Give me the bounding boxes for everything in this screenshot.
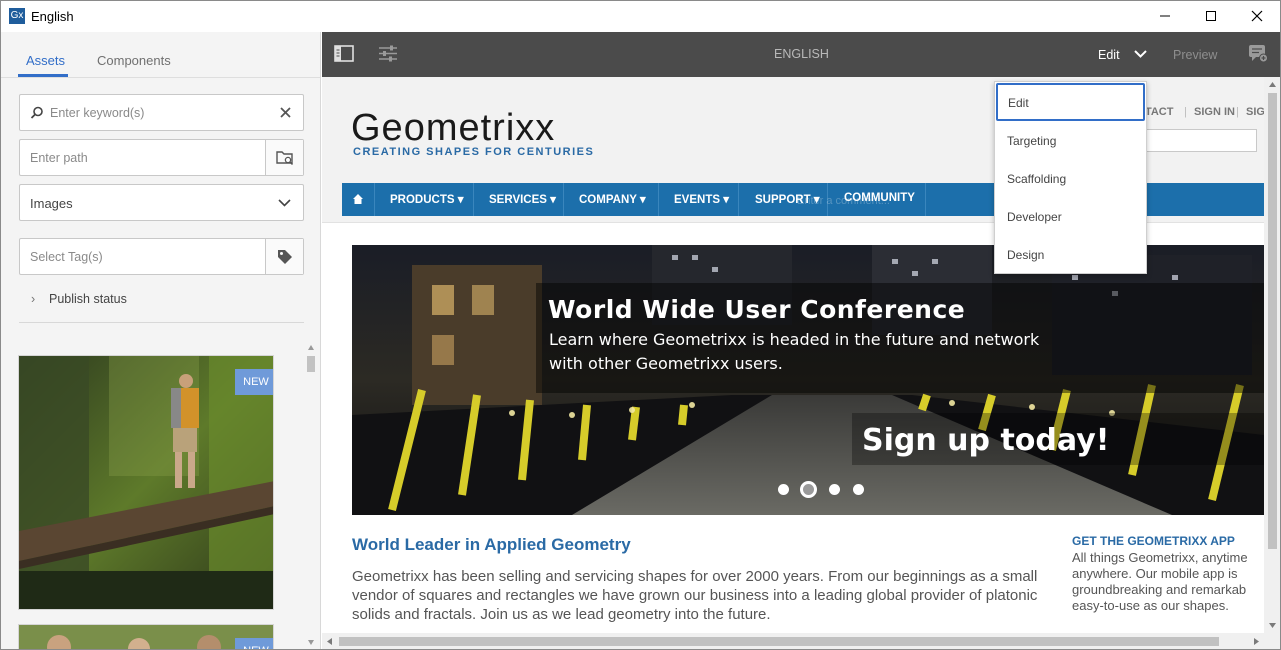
- sign-up-link[interactable]: SIG: [1246, 106, 1264, 118]
- tag-picker-button[interactable]: [265, 239, 303, 274]
- site-tagline: CREATING SHAPES FOR CENTURIES: [353, 146, 595, 158]
- tag-icon: [278, 250, 292, 264]
- page-vertical-scrollbar[interactable]: [1264, 77, 1280, 633]
- section-body: Geometrixx has been selling and servicin…: [352, 568, 1038, 623]
- publish-status-label: Publish status: [49, 292, 127, 306]
- window-title: English: [31, 9, 74, 24]
- mode-menu-item-edit[interactable]: Edit: [996, 83, 1145, 121]
- app-promo-line: easy-to-use as our shapes.: [1072, 598, 1229, 613]
- carousel-dot[interactable]: [829, 484, 840, 495]
- side-panel: Assets Components Enter keyword(s) Enter…: [1, 32, 321, 649]
- mode-menu-item-design[interactable]: Design: [995, 235, 1146, 273]
- app-promo-text: All things Geometrixx, anytime anywhere.…: [1072, 550, 1264, 614]
- tab-components[interactable]: Components: [97, 53, 171, 68]
- carousel-dot-active[interactable]: [800, 481, 817, 498]
- section-heading: World Leader in Applied Geometry: [352, 535, 631, 554]
- page-horizontal-scrollbar[interactable]: [322, 633, 1264, 649]
- tag-input[interactable]: Select Tag(s): [30, 250, 103, 264]
- hero-subtitle: Learn where Geometrixx is headed in the …: [549, 330, 1040, 373]
- app-promo-title[interactable]: GET THE GEOMETRIXX APP: [1072, 534, 1235, 548]
- asset-card[interactable]: NEW: [18, 355, 274, 610]
- asset-type-value: Images: [30, 196, 73, 211]
- nav-services[interactable]: SERVICES ▾: [489, 192, 556, 206]
- app-logo-icon: Gx: [9, 8, 25, 24]
- new-badge: NEW: [235, 638, 273, 649]
- home-icon[interactable]: [352, 193, 364, 205]
- hero-carousel[interactable]: World Wide User Conference Learn where G…: [352, 245, 1264, 515]
- clear-icon[interactable]: [280, 107, 291, 118]
- site-logo[interactable]: Geometrixx: [351, 107, 555, 150]
- mode-selector-button[interactable]: Edit: [1098, 48, 1147, 62]
- annotations-icon[interactable]: [1248, 44, 1268, 63]
- sign-in-link[interactable]: SIGN IN: [1194, 106, 1235, 118]
- path-field[interactable]: Enter path: [19, 139, 304, 176]
- asset-card[interactable]: NEW: [18, 624, 274, 649]
- keyword-search-field[interactable]: Enter keyword(s): [19, 94, 304, 131]
- mode-menu: Edit Targeting Scaffolding Developer Des…: [994, 81, 1147, 274]
- nav-company[interactable]: COMPANY ▾: [579, 192, 646, 206]
- panel-tabs: Assets Components: [1, 32, 320, 78]
- close-button[interactable]: [1234, 1, 1280, 32]
- mode-label: Edit: [1098, 48, 1120, 62]
- nav-products[interactable]: PRODUCTS ▾: [390, 192, 464, 206]
- panel-divider: [19, 322, 304, 323]
- app-promo-line: All things Geometrixx, anytime: [1072, 550, 1248, 565]
- preview-button[interactable]: Preview: [1173, 48, 1217, 62]
- mode-menu-item-scaffolding[interactable]: Scaffolding: [995, 159, 1146, 197]
- chevron-down-icon: [1134, 50, 1147, 58]
- nav-events-label: EVENTS: [674, 194, 721, 206]
- publish-status-toggle[interactable]: › Publish status: [31, 292, 127, 306]
- editor-toolbar: ENGLISH Edit Preview: [322, 32, 1280, 77]
- application-window: Gx English Assets Components Enter keywo…: [0, 0, 1281, 650]
- nav-overlap-text: Enter a comment...: [797, 195, 890, 207]
- tab-assets[interactable]: Assets: [26, 53, 65, 68]
- minimize-icon: [1160, 15, 1170, 17]
- path-input[interactable]: Enter path: [30, 151, 88, 165]
- carousel-dot[interactable]: [778, 484, 789, 495]
- app-promo-line: anywhere. Our mobile app is: [1072, 566, 1238, 581]
- nav-company-label: COMPANY: [579, 194, 637, 206]
- site-search-input[interactable]: [1144, 129, 1257, 152]
- folder-search-icon: [276, 151, 294, 166]
- search-icon: [30, 106, 43, 119]
- scrollbar-corner: [1264, 633, 1280, 649]
- title-bar: Gx English: [1, 1, 1280, 32]
- link-separator: |: [1184, 106, 1187, 118]
- path-browse-button[interactable]: [265, 140, 303, 175]
- app-promo-line: groundbreaking and remarkab: [1072, 582, 1247, 597]
- chevron-down-icon: [278, 199, 291, 207]
- keyword-search-input[interactable]: Enter keyword(s): [50, 106, 144, 120]
- nav-products-label: PRODUCTS: [390, 194, 455, 206]
- panel-scrollbar[interactable]: [305, 342, 317, 649]
- nav-services-label: SERVICES: [489, 194, 547, 206]
- hero-title: World Wide User Conference: [548, 295, 966, 324]
- chevron-right-icon: ›: [31, 292, 36, 306]
- close-icon: [1251, 10, 1263, 22]
- minimize-button[interactable]: [1142, 1, 1188, 32]
- new-badge: NEW: [235, 369, 273, 395]
- mode-menu-item-developer[interactable]: Developer: [995, 197, 1146, 235]
- tag-field[interactable]: Select Tag(s): [19, 238, 304, 275]
- active-tab-indicator: [18, 74, 68, 77]
- nav-events[interactable]: EVENTS ▾: [674, 192, 729, 206]
- mode-menu-item-targeting[interactable]: Targeting: [995, 121, 1146, 159]
- asset-type-select[interactable]: Images: [19, 184, 304, 221]
- hero-image-bridge: [352, 245, 1264, 515]
- maximize-button[interactable]: [1188, 1, 1234, 32]
- maximize-icon: [1206, 11, 1216, 21]
- hero-cta[interactable]: Sign up today!: [862, 423, 1109, 458]
- link-separator: |: [1236, 106, 1239, 118]
- carousel-dot[interactable]: [853, 484, 864, 495]
